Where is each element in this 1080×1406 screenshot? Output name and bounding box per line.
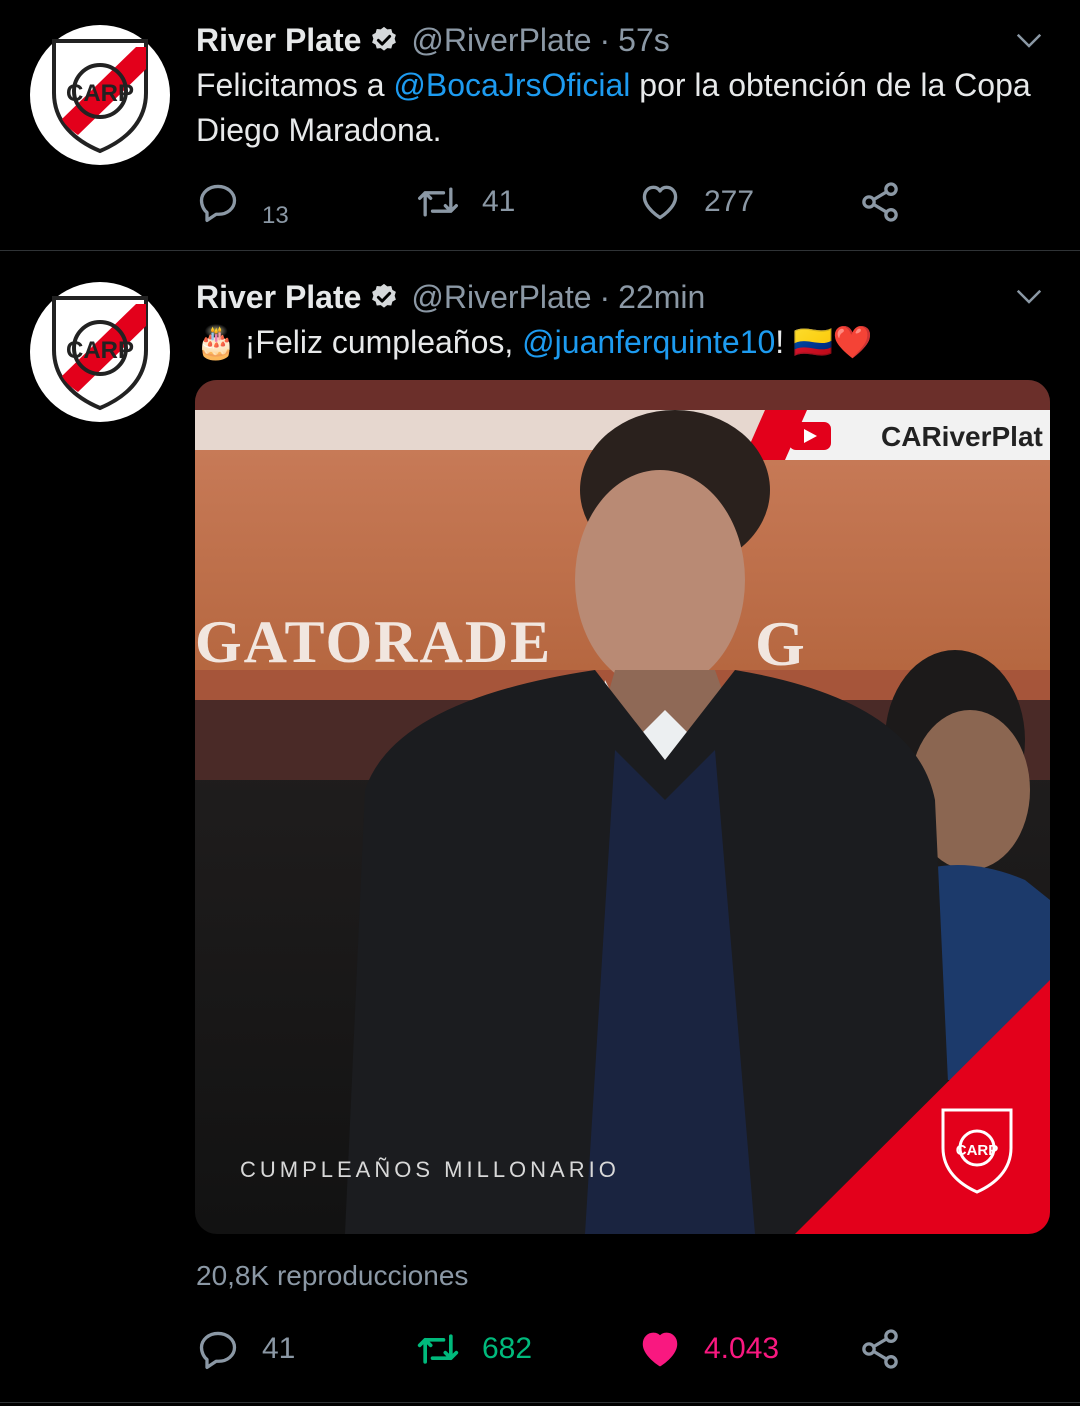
red-heart-emoji: ❤️ bbox=[832, 324, 873, 360]
avatar[interactable]: CARP bbox=[30, 25, 170, 165]
author-name[interactable]: River Plate bbox=[196, 279, 361, 316]
tweet-text: 🎂 ¡Feliz cumpleaños, @juanferquinte10! 🇨… bbox=[196, 320, 1036, 365]
separator-dot: · bbox=[599, 278, 611, 315]
svg-text:CARiverPlat: CARiverPlat bbox=[881, 421, 1043, 452]
reply-count: 13 bbox=[262, 202, 289, 229]
chevron-down-icon[interactable] bbox=[1014, 26, 1044, 56]
svg-text:G: G bbox=[755, 608, 805, 679]
svg-text:CUMPLEAÑOS MILLONARIO: CUMPLEAÑOS MILLONARIO bbox=[240, 1157, 620, 1182]
chevron-down-icon[interactable] bbox=[1014, 282, 1044, 312]
tweet-actions: 41 682 4.043 bbox=[196, 1324, 916, 1374]
retweet-count: 682 bbox=[482, 1332, 533, 1365]
tweet-actions: 13 41 277 bbox=[196, 177, 916, 229]
like-button[interactable]: 277 bbox=[638, 177, 754, 227]
svg-text:GATORADE: GATORADE bbox=[195, 609, 552, 675]
like-count: 4.043 bbox=[704, 1332, 780, 1365]
retweet-count: 41 bbox=[482, 185, 516, 218]
tweet-text-part: ! bbox=[775, 324, 794, 360]
river-plate-crest-icon: CARP bbox=[52, 39, 148, 154]
river-plate-crest-icon: CARP bbox=[52, 296, 148, 411]
author-handle[interactable]: @RiverPlate bbox=[411, 279, 591, 316]
colombia-flag-emoji: 🇨🇴 bbox=[793, 324, 833, 360]
heart-icon bbox=[642, 185, 678, 220]
reply-count: 41 bbox=[262, 1332, 296, 1365]
video-thumbnail: CARiverPlat GATORADE G CARP CUMPLEAÑOS M… bbox=[195, 380, 1050, 1234]
tweet[interactable]: CARP River Plate @RiverPlate · 57s Felic… bbox=[0, 0, 1080, 251]
video-player[interactable]: CARiverPlat GATORADE G CARP CUMPLEAÑOS M… bbox=[195, 380, 1050, 1234]
timestamp[interactable]: 22min bbox=[618, 279, 705, 316]
reply-button[interactable]: 13 bbox=[196, 177, 289, 229]
verified-icon bbox=[372, 283, 397, 308]
author-name[interactable]: River Plate bbox=[196, 22, 361, 59]
view-count: 20,8K reproducciones bbox=[196, 1260, 469, 1291]
timestamp[interactable]: 57s bbox=[618, 22, 670, 59]
author-handle[interactable]: @RiverPlate bbox=[411, 22, 591, 59]
mention-link[interactable]: @juanferquinte10 bbox=[522, 324, 775, 360]
separator-dot: · bbox=[599, 21, 611, 58]
share-button[interactable] bbox=[858, 177, 902, 227]
reply-button[interactable]: 41 bbox=[196, 1324, 295, 1374]
retweet-icon bbox=[418, 187, 458, 217]
tweet-text-part: Felicitamos a bbox=[196, 67, 394, 103]
tweet-text-part: ¡Feliz cumpleaños, bbox=[235, 324, 523, 360]
share-button[interactable] bbox=[858, 1324, 902, 1374]
retweet-button[interactable]: 682 bbox=[416, 1324, 532, 1374]
retweet-button[interactable]: 41 bbox=[416, 177, 515, 227]
reply-icon bbox=[199, 184, 237, 222]
svg-text:CARP: CARP bbox=[66, 337, 134, 364]
avatar[interactable]: CARP bbox=[30, 282, 170, 422]
cake-emoji: 🎂 bbox=[196, 324, 236, 360]
like-button[interactable]: 4.043 bbox=[638, 1324, 779, 1374]
svg-text:CARP: CARP bbox=[956, 1142, 999, 1159]
svg-text:CARP: CARP bbox=[66, 80, 134, 107]
share-icon bbox=[862, 182, 898, 222]
reply-icon bbox=[199, 1331, 237, 1369]
heart-icon bbox=[642, 1332, 678, 1367]
tweet-header: River Plate @RiverPlate · 57s bbox=[196, 18, 670, 62]
tweet-text: Felicitamos a @BocaJrsOficial por la obt… bbox=[196, 63, 1036, 153]
mention-link[interactable]: @BocaJrsOficial bbox=[393, 67, 630, 103]
verified-icon bbox=[372, 26, 397, 51]
tweet[interactable]: CARP River Plate @RiverPlate · 22min 🎂 ¡… bbox=[0, 252, 1080, 1403]
share-icon bbox=[862, 1329, 898, 1369]
retweet-icon bbox=[417, 1334, 459, 1364]
like-count: 277 bbox=[704, 185, 755, 218]
tweet-header: River Plate @RiverPlate · 22min bbox=[196, 275, 705, 319]
